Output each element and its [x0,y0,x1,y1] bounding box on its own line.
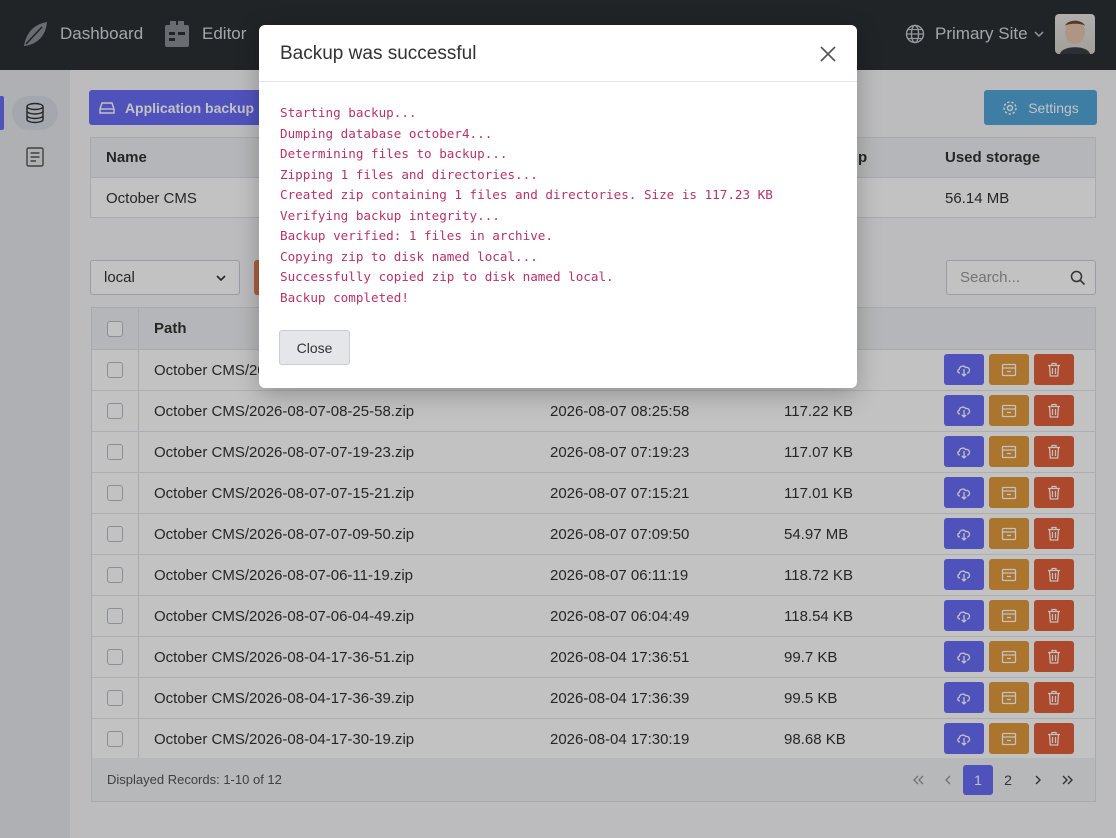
dialog-header: Backup was successful [259,25,857,82]
close-button[interactable]: Close [279,330,350,365]
dialog-close-button[interactable] [817,43,839,65]
backup-log: Starting backup... Dumping database octo… [280,105,773,305]
backup-result-dialog: Backup was successful Starting backup...… [259,25,857,388]
close-icon [820,46,836,62]
dialog-title: Backup was successful [280,43,477,64]
